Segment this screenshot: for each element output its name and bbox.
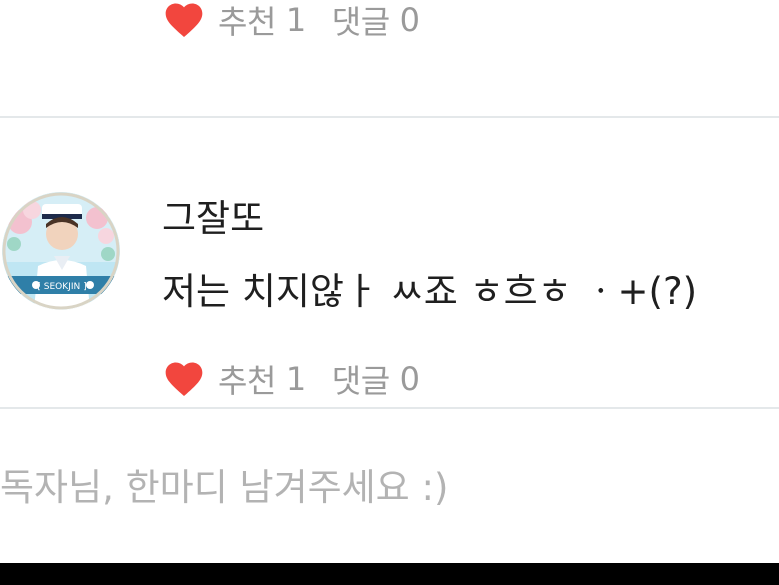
likes-label: 추천 [218, 362, 276, 400]
replies-button[interactable]: 댓글 [332, 0, 390, 43]
likes-count: 1 [285, 360, 306, 398]
avatar[interactable]: [ SEOKJIN ] [2, 192, 120, 310]
input-divider [0, 407, 779, 409]
comment-author[interactable]: 그잘또 [162, 195, 264, 243]
comment-input[interactable]: 독자님, 한마디 남겨주세요 :) [0, 462, 448, 514]
comment-meta-row: 추천 1 댓글 0 [162, 357, 420, 401]
avatar-image: [ SEOKJIN ] [2, 192, 120, 310]
avatar-badge-text: [ SEOKJIN ] [37, 282, 86, 292]
likes-count: 1 [285, 1, 306, 39]
comment-divider [0, 116, 779, 118]
comment-meta-row: 추천 1 댓글 0 [162, 0, 420, 42]
heart-icon[interactable] [162, 0, 206, 42]
replies-button[interactable]: 댓글 [332, 356, 390, 402]
heart-icon[interactable] [162, 357, 206, 401]
comment-list-screen: 추천 1 댓글 0 [SEOKJIN] 그잘또 저는 치지않ㅏ ㅆ죠 ㅎ흐ㅎ… [0, 0, 779, 585]
likes-label: 추천 [218, 3, 276, 41]
navigation-bar [0, 563, 779, 585]
replies-count: 0 [399, 360, 420, 398]
replies-count: 0 [399, 1, 420, 39]
comment-text: 저는 치지않ㅏ ㅆ죠 ㅎ흐ㅎ ㆍ+(?) [162, 270, 698, 313]
